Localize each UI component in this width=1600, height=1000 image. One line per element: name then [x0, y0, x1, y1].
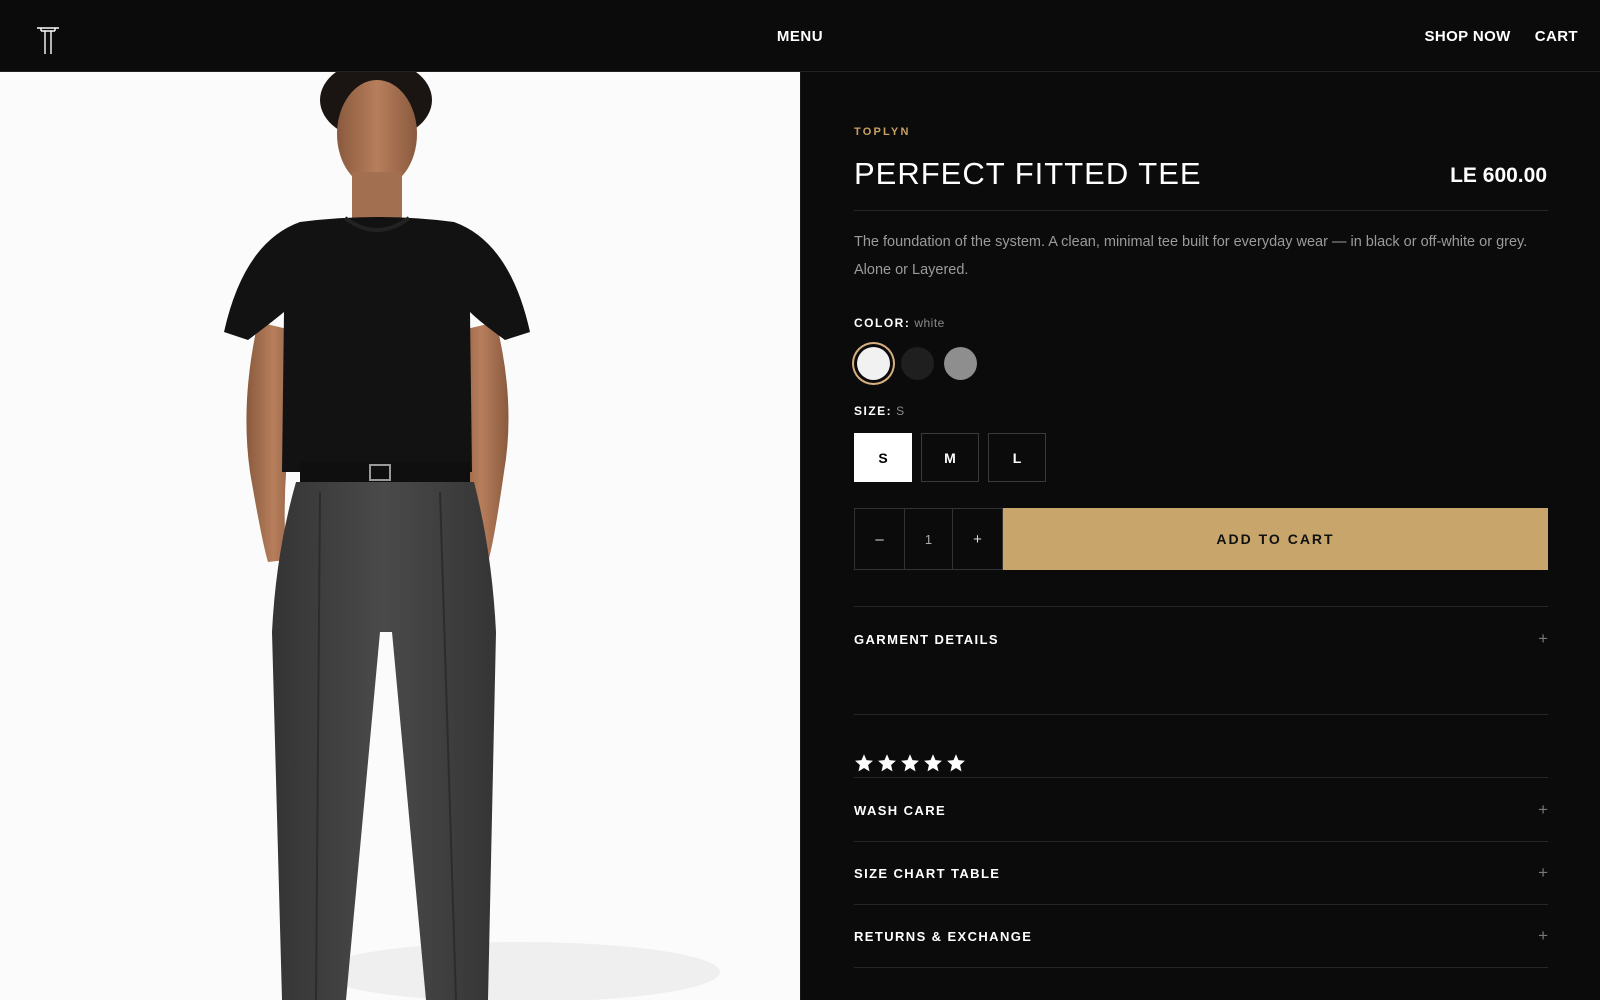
star-icon: [901, 754, 919, 772]
divider: [854, 967, 1548, 968]
quantity-value[interactable]: 1: [904, 509, 953, 569]
quantity-increase-button[interactable]: +: [953, 509, 1002, 569]
size-button-m[interactable]: M: [921, 433, 979, 482]
star-icon: [878, 754, 896, 772]
purchase-row: – 1 + ADD TO CART: [854, 508, 1548, 570]
plus-icon: +: [1538, 926, 1548, 945]
color-swatch-white[interactable]: [857, 347, 890, 380]
menu-button[interactable]: MENU: [777, 28, 823, 45]
divider: [854, 210, 1548, 211]
color-swatch-grey[interactable]: [944, 347, 977, 380]
divider: [854, 904, 1548, 905]
shop-now-link[interactable]: SHOP NOW: [1424, 28, 1510, 45]
header-actions: SHOP NOW CART: [1424, 28, 1578, 45]
size-options: S M L: [854, 433, 1548, 482]
plus-icon: +: [1538, 800, 1548, 819]
star-icon: [947, 754, 965, 772]
product-title: PERFECT FITTED TEE: [854, 156, 1202, 191]
cart-link[interactable]: CART: [1535, 28, 1578, 45]
accordion-wash-care[interactable]: WASH CARE +: [854, 800, 1548, 820]
plus-icon: +: [1538, 863, 1548, 882]
accordion-size-chart[interactable]: SIZE CHART TABLE +: [854, 863, 1548, 883]
quantity-decrease-button[interactable]: –: [855, 509, 904, 569]
rating-stars: [854, 753, 1548, 773]
divider: [854, 777, 1548, 778]
selected-color: white: [914, 316, 945, 330]
selected-size: S: [896, 404, 905, 418]
add-to-cart-button[interactable]: ADD TO CART: [1003, 508, 1548, 570]
size-button-l[interactable]: L: [988, 433, 1046, 482]
plus-icon: +: [1538, 629, 1548, 648]
quantity-stepper: – 1 +: [854, 508, 1003, 570]
size-label: SIZE: S: [854, 404, 905, 418]
color-swatch-black[interactable]: [901, 347, 934, 380]
divider: [854, 714, 1548, 715]
color-label: COLOR: white: [854, 316, 945, 330]
brand-name: TOPLYN: [854, 126, 911, 138]
accordion-returns-exchange[interactable]: RETURNS & EXCHANGE +: [854, 926, 1548, 946]
product-image: [0, 72, 800, 1000]
color-swatches: [854, 344, 1548, 380]
top-navigation-bar: MENU SHOP NOW CART: [0, 0, 1600, 72]
star-icon: [855, 754, 873, 772]
accordion-garment-details[interactable]: GARMENT DETAILS +: [854, 629, 1548, 649]
size-button-s[interactable]: S: [854, 433, 912, 482]
star-icon: [924, 754, 942, 772]
model-photo: [224, 72, 720, 1000]
product-detail-panel: TOPLYN PERFECT FITTED TEE LE 600.00 The …: [800, 72, 1600, 1000]
divider: [854, 841, 1548, 842]
divider: [854, 606, 1548, 607]
product-price: LE 600.00: [1450, 164, 1547, 187]
product-description: The foundation of the system. A clean, m…: [854, 234, 1528, 278]
